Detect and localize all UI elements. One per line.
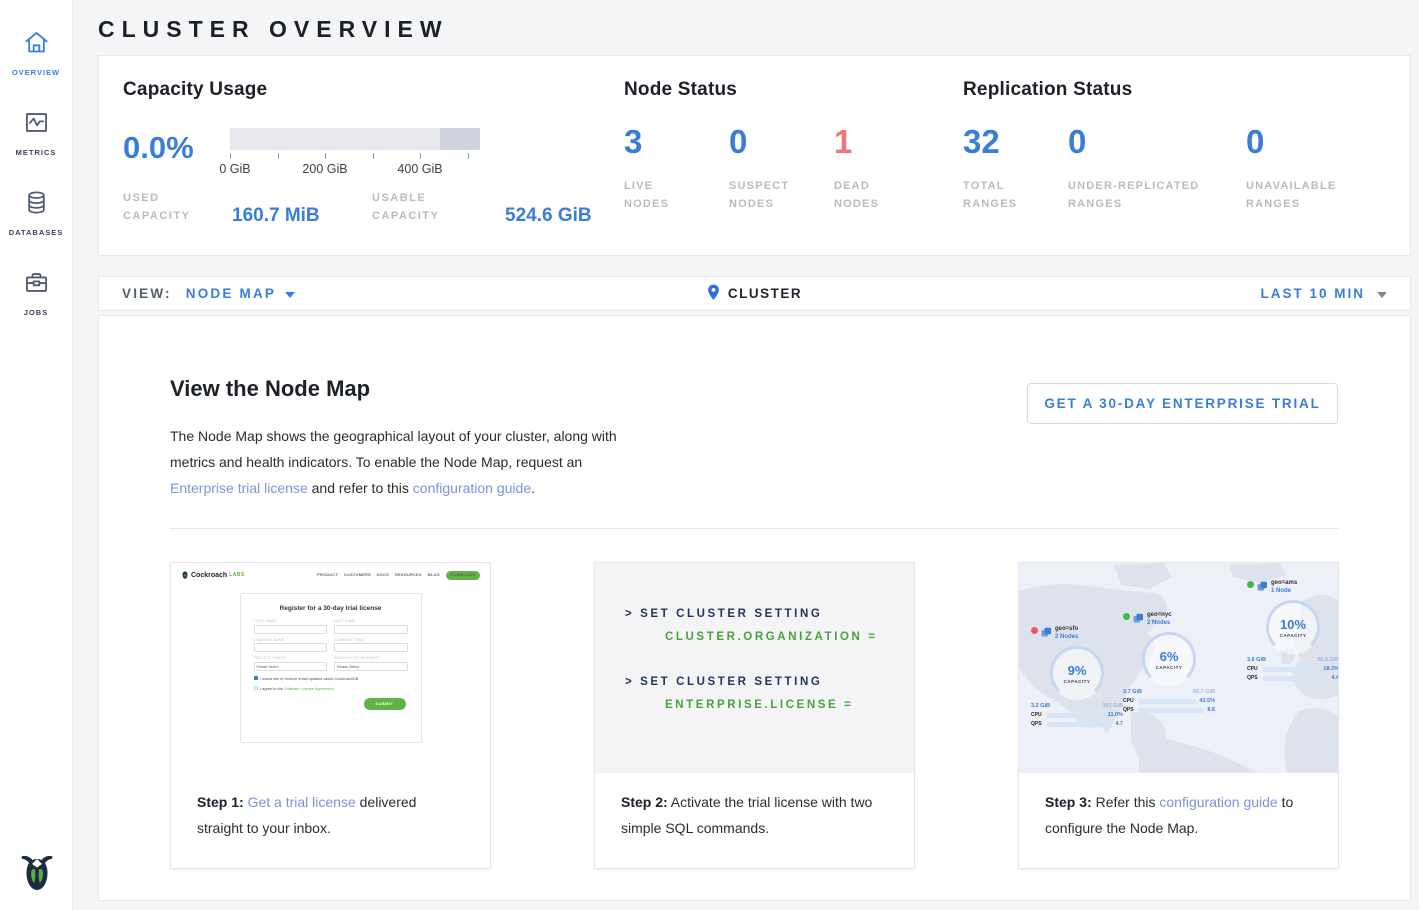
trial-license-form: Register for a 30-day trial license FIRS…	[240, 593, 422, 743]
nodes-icon	[1041, 625, 1052, 643]
capacity-usage-title: Capacity Usage	[123, 79, 598, 101]
dead-nodes-label: DEAD NODES	[834, 177, 939, 213]
view-label: VIEW:	[122, 286, 172, 301]
unavailable-ranges-label: UNAVAILABLE RANGES	[1246, 177, 1386, 213]
sidebar-item-overview[interactable]: OVERVIEW	[0, 13, 72, 93]
sidebar-item-jobs[interactable]: JOBS	[0, 253, 72, 333]
capacity-usage-section: Capacity Usage 0.0% 0 GiB 200 GiB 400 Gi…	[123, 79, 598, 255]
sidebar-item-label: METRICS	[16, 148, 57, 157]
dead-nodes-value: 1	[834, 123, 939, 161]
cockroach-labs-logo: Cockroach LABS	[181, 570, 245, 580]
live-status-icon	[1247, 581, 1254, 588]
view-bar: VIEW: NODE MAP CLUSTER LAST 10 MIN	[98, 276, 1411, 311]
dead-status-icon	[1031, 627, 1038, 634]
capacity-ring-gauge: 9% CAPACITY	[1050, 646, 1104, 700]
sidebar: OVERVIEW METRICS DATABASES	[0, 0, 73, 910]
node-map-panel: View the Node Map The Node Map shows the…	[98, 315, 1411, 901]
usable-capacity-label: USABLE CAPACITY	[372, 189, 484, 225]
live-status-icon	[1123, 613, 1130, 620]
step-1-card: Cockroach LABS PRODUCT CUSTOMERS DOCS RE…	[170, 562, 491, 869]
briefcase-icon	[23, 269, 50, 301]
live-nodes-label: LIVE NODES	[624, 177, 729, 213]
sidebar-item-metrics[interactable]: METRICS	[0, 93, 72, 173]
used-capacity-value: 160.7 MiB	[232, 205, 372, 227]
under-replicated-ranges-label: UNDER-REPLICATED RANGES	[1068, 177, 1246, 213]
database-icon	[23, 189, 50, 221]
gauge-tick-label: 0 GiB	[219, 162, 250, 176]
nodes-icon	[1133, 611, 1144, 629]
cockroachdb-logo-icon	[0, 854, 73, 894]
suspect-nodes-label: SUSPECT NODES	[729, 177, 834, 213]
dead-nodes-stat: 1 DEAD NODES	[834, 123, 939, 213]
node-map-region-ams: geo=ams 1 Node 10% CAPACITY 3.6 GiB 36.4…	[1247, 579, 1338, 681]
node-status-title: Node Status	[624, 79, 939, 101]
node-map-region-sfo: geo=sfo 2 Nodes 9% CAPACITY 3.2 GiB 351 …	[1031, 625, 1123, 727]
page-title: CLUSTER OVERVIEW	[98, 0, 1411, 55]
total-ranges-value: 32	[963, 123, 1068, 161]
step-3-card: geo=sfo 2 Nodes 9% CAPACITY 3.2 GiB 351 …	[1018, 562, 1339, 869]
node-map-description: The Node Map shows the geographical layo…	[170, 423, 648, 501]
capacity-gauge-reserved-segment	[440, 128, 480, 150]
chevron-down-icon	[285, 292, 295, 298]
capacity-gauge-bar	[230, 128, 480, 150]
live-nodes-value: 3	[624, 123, 729, 161]
configuration-guide-link[interactable]: configuration guide	[413, 480, 531, 496]
location-pin-icon	[707, 284, 720, 304]
usable-capacity-value: 524.6 GiB	[505, 205, 592, 227]
unavailable-ranges-value: 0	[1246, 123, 1386, 161]
node-map-region-nyc: geo=nyc 2 Nodes 6% CAPACITY 3.7 GiB 65.7…	[1123, 611, 1215, 713]
gauge-tick-label: 400 GiB	[397, 162, 442, 176]
sql-commands-snippet: > SET CLUSTER SETTING CLUSTER.ORGANIZATI…	[595, 563, 914, 773]
metrics-icon	[23, 109, 50, 141]
get-trial-license-link[interactable]: Get a trial license	[248, 794, 356, 810]
live-nodes-stat: 3 LIVE NODES	[624, 123, 729, 213]
divider	[170, 528, 1339, 529]
home-icon	[23, 29, 50, 61]
under-replicated-ranges-stat: 0 UNDER-REPLICATED RANGES	[1068, 123, 1246, 213]
step-2-card: > SET CLUSTER SETTING CLUSTER.ORGANIZATI…	[594, 562, 915, 869]
sidebar-item-label: DATABASES	[9, 228, 64, 237]
gauge-tick-label: 200 GiB	[302, 162, 347, 176]
suspect-nodes-stat: 0 SUSPECT NODES	[729, 123, 834, 213]
suspect-nodes-value: 0	[729, 123, 834, 161]
chevron-down-icon	[1377, 292, 1387, 298]
capacity-used-percent: 0.0%	[123, 130, 230, 177]
nodes-icon	[1257, 579, 1268, 597]
registration-screenshot: Cockroach LABS PRODUCT CUSTOMERS DOCS RE…	[171, 563, 490, 773]
sidebar-item-databases[interactable]: DATABASES	[0, 173, 72, 253]
main-content: CLUSTER OVERVIEW Capacity Usage 0.0% 0 G…	[73, 0, 1419, 901]
replication-status-title: Replication Status	[963, 79, 1386, 101]
enterprise-trial-button[interactable]: GET A 30-DAY ENTERPRISE TRIAL	[1027, 383, 1338, 424]
replication-status-section: Replication Status 32 TOTAL RANGES 0 UND…	[963, 79, 1386, 255]
capacity-ring-gauge: 10% CAPACITY	[1266, 600, 1320, 654]
configuration-guide-link[interactable]: configuration guide	[1159, 794, 1277, 810]
node-status-section: Node Status 3 LIVE NODES 0 SUSPECT NODES…	[624, 79, 939, 255]
step-3-caption: Step 3: Refer this configuration guide t…	[1019, 773, 1338, 841]
time-range-dropdown[interactable]: LAST 10 MIN	[802, 286, 1387, 301]
capacity-gauge: 0 GiB 200 GiB 400 GiB	[230, 128, 480, 177]
step-2-caption: Step 2: Activate the trial license with …	[595, 773, 914, 841]
download-button: DOWNLOAD	[446, 571, 480, 580]
total-ranges-stat: 32 TOTAL RANGES	[963, 123, 1068, 213]
sidebar-item-label: OVERVIEW	[12, 68, 60, 77]
unavailable-ranges-stat: 0 UNAVAILABLE RANGES	[1246, 123, 1386, 213]
step-1-caption: Step 1: Get a trial license delivered st…	[171, 773, 490, 841]
node-map-preview: geo=sfo 2 Nodes 9% CAPACITY 3.2 GiB 351 …	[1019, 563, 1338, 773]
cluster-summary-card: Capacity Usage 0.0% 0 GiB 200 GiB 400 Gi…	[98, 55, 1411, 256]
total-ranges-label: TOTAL RANGES	[963, 177, 1068, 213]
breadcrumb: CLUSTER	[707, 284, 802, 304]
sidebar-item-label: JOBS	[24, 308, 48, 317]
capacity-gauge-ticks	[230, 153, 480, 162]
submit-button: SUBMIT	[364, 698, 406, 710]
under-replicated-ranges-value: 0	[1068, 123, 1246, 161]
used-capacity-label: USED CAPACITY	[123, 189, 213, 225]
capacity-ring-gauge: 6% CAPACITY	[1142, 632, 1196, 686]
enterprise-trial-license-link[interactable]: Enterprise trial license	[170, 480, 308, 496]
cluster-breadcrumb-label: CLUSTER	[728, 286, 802, 301]
view-selector-dropdown[interactable]: NODE MAP	[186, 286, 295, 301]
